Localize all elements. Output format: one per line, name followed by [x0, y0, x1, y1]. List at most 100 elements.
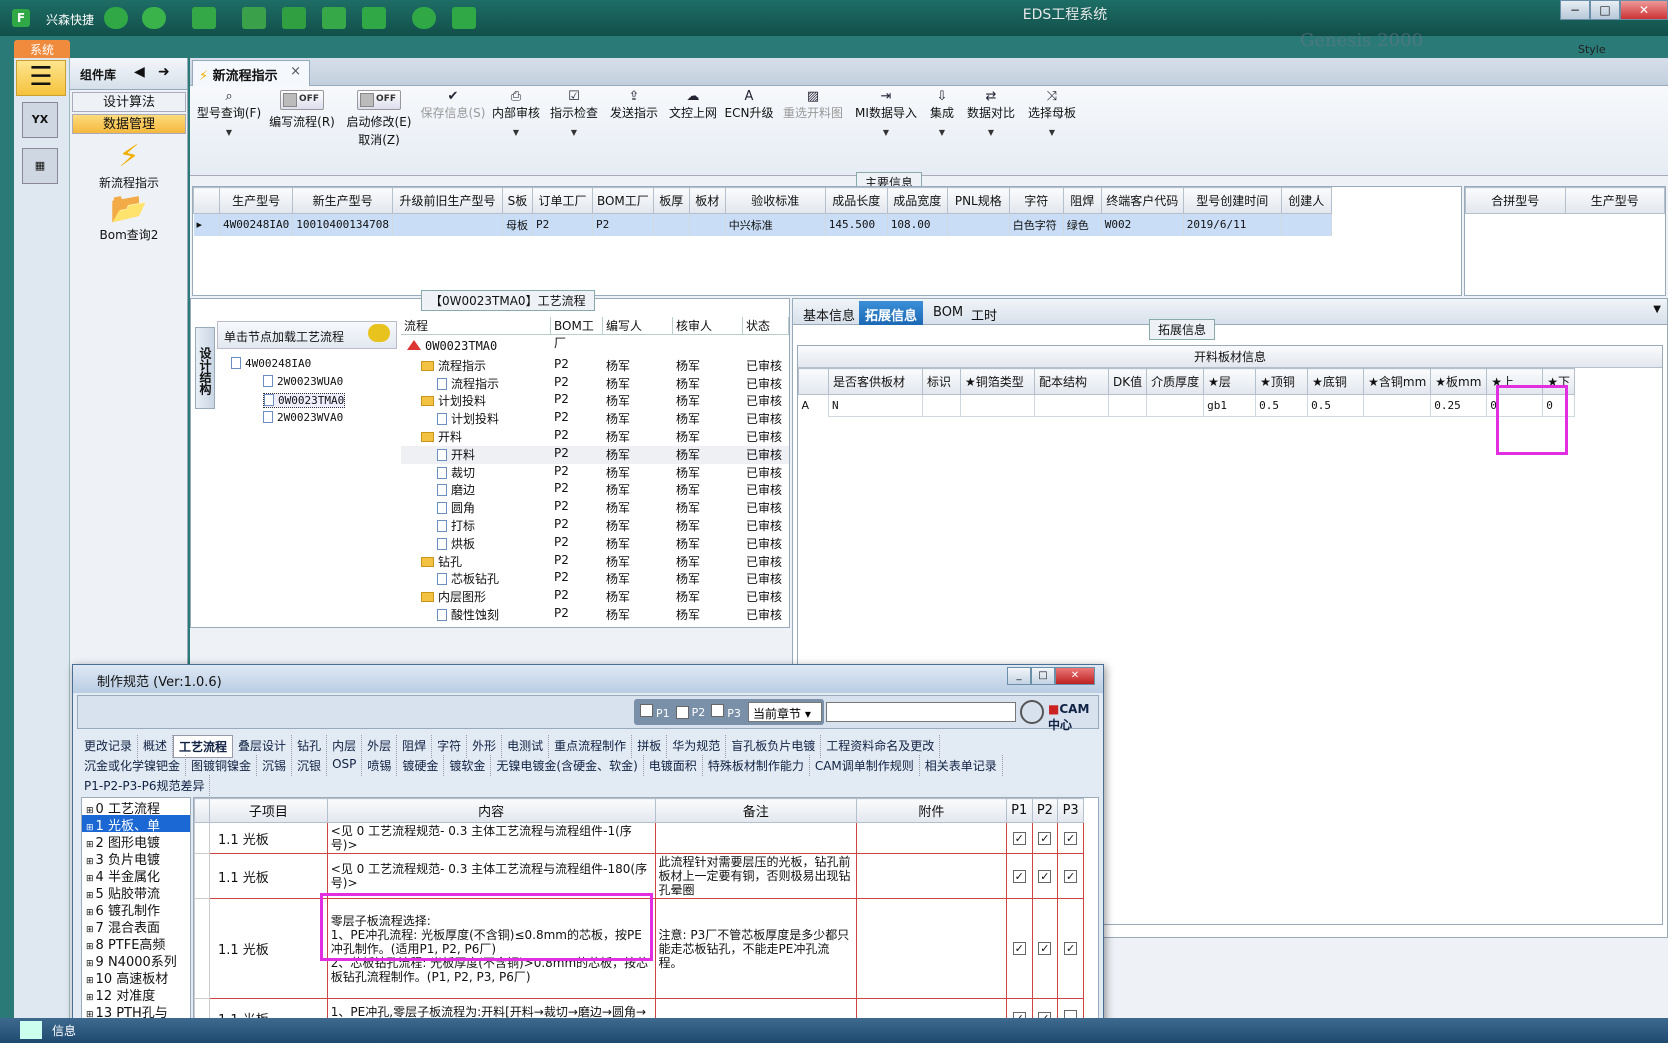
column-header[interactable]: 新生产型号: [292, 187, 393, 214]
table-cell[interactable]: P2: [532, 213, 593, 236]
spec-tree-item[interactable]: ⊞ 10 高速板材: [82, 968, 190, 987]
table-cell[interactable]: 绿色: [1063, 213, 1102, 236]
content-cell[interactable]: <见 0 工艺流程规范- 0.3 主体工艺流程与流程组件-180(序号)>: [326, 853, 656, 899]
maximize-button[interactable]: □: [1031, 667, 1055, 685]
p1-checkbox[interactable]: ✓: [1012, 942, 1026, 955]
spec-tree-item[interactable]: ⊞ 12 对准度: [82, 985, 190, 1004]
table-row[interactable]: ▸ 4W00248IA0 10010400134708 母板 P2 P2 中兴标准 145.5…: [193, 213, 1332, 236]
system-tab[interactable]: 系统: [14, 40, 70, 60]
spec-tab[interactable]: 沉金或化学镍钯金: [79, 755, 187, 776]
table-cell[interactable]: 0.5: [1255, 394, 1309, 417]
spec-tree-item[interactable]: ⊞ 9 N4000系列: [82, 951, 190, 970]
table-row[interactable]: 1.1 光板 <见 0 工艺流程规范- 0.3 主体工艺流程与流程组件-1(序号)…: [194, 822, 1084, 854]
column-header[interactable]: ★板mm: [1430, 368, 1488, 395]
note-cell[interactable]: 注意: P3厂不管芯板厚度是多少都只能走芯板钻孔，不能走PE冲孔流程。: [654, 898, 857, 999]
column-header[interactable]: P3: [1057, 798, 1084, 823]
flow-row[interactable]: 打标 P2 杨军 杨军 已审核: [401, 517, 789, 535]
close-tab-icon[interactable]: ×: [290, 64, 301, 79]
table-cell[interactable]: [653, 213, 690, 236]
search-icon[interactable]: [104, 7, 128, 29]
copy-icon[interactable]: [322, 7, 346, 29]
column-header[interactable]: 型号创建时间: [1182, 187, 1282, 214]
column-header[interactable]: ★顶铜: [1255, 368, 1309, 395]
table-cell[interactable]: 白色字符: [1009, 213, 1064, 236]
column-header[interactable]: ★层: [1203, 368, 1257, 395]
table-cell[interactable]: [947, 213, 1010, 236]
attachment-cell[interactable]: [855, 853, 1007, 899]
p1-checkbox[interactable]: ✓: [1012, 869, 1026, 883]
spec-search-input[interactable]: [826, 702, 1016, 722]
spec-tree-item[interactable]: ⊞ 3 负片电镀: [82, 849, 190, 868]
flow-row[interactable]: 裁切 P2 杨军 杨军 已审核: [401, 464, 789, 482]
column-header[interactable]: 板厚: [652, 187, 690, 214]
write-flow-toggle[interactable]: OFF 编写流程(R): [266, 86, 338, 174]
table-row[interactable]: A Ngb1 0.5 0.5 0.25 0 0: [798, 394, 1576, 417]
table-cell[interactable]: W002: [1101, 213, 1184, 236]
table-cell[interactable]: [1281, 213, 1332, 236]
table-cell[interactable]: gb1: [1203, 394, 1257, 417]
style-dropdown[interactable]: Style: [1578, 43, 1606, 56]
column-header[interactable]: P2: [1031, 798, 1059, 823]
column-header[interactable]: 介质厚度: [1146, 368, 1205, 395]
tree-node[interactable]: 4W00248IA0: [231, 357, 311, 370]
start-icon[interactable]: [20, 1021, 42, 1039]
column-header[interactable]: 合拼型号: [1465, 187, 1566, 214]
table-icon[interactable]: [192, 7, 216, 29]
table-cell[interactable]: 0.25: [1430, 394, 1488, 417]
filter-p1-checkbox[interactable]: P1: [640, 704, 670, 720]
table-cell[interactable]: [1146, 394, 1205, 417]
table-cell[interactable]: 10010400134708: [292, 213, 393, 236]
content-cell[interactable]: <见 0 工艺流程规范- 0.3 主体工艺流程与流程组件-1(序号)>: [326, 822, 656, 854]
spec-tab[interactable]: P1-P2-P3-P6规范差异: [79, 775, 211, 796]
flow-row[interactable]: 磨边 P2 杨军 杨军 已审核: [401, 481, 789, 499]
flow-row[interactable]: 开料 P2 杨军 杨军 已审核: [401, 428, 789, 446]
column-header[interactable]: 创建人: [1280, 187, 1332, 214]
p3-checkbox[interactable]: ✓: [1064, 831, 1078, 845]
column-header[interactable]: 内容: [326, 798, 656, 823]
spec-tree-item[interactable]: ⊞ 13 PTH孔与: [82, 1002, 190, 1021]
table-cell[interactable]: P2: [592, 213, 654, 236]
taskbar-label[interactable]: 信息: [52, 1022, 76, 1039]
flow-row[interactable]: 内层图形 P2 杨军 杨军 已审核: [401, 588, 789, 606]
tree-node[interactable]: 2W0023WUA0: [263, 375, 343, 388]
p2-checkbox[interactable]: ✓: [1038, 869, 1052, 883]
table-cell[interactable]: 母板: [502, 213, 533, 236]
p3-checkbox[interactable]: ✓: [1064, 869, 1078, 883]
minimize-button[interactable]: −: [1560, 0, 1590, 20]
table-cell[interactable]: [960, 394, 1035, 417]
doc-online-button[interactable]: ☁ 文控上网: [666, 86, 720, 174]
flow-row[interactable]: 计划投料 P2 杨军 杨军 已审核: [401, 392, 789, 410]
scissors-icon[interactable]: [242, 7, 266, 29]
spec-tree-item[interactable]: ⊞ 5 贴胶带流: [82, 883, 190, 902]
column-header[interactable]: 是否客供板材: [828, 368, 923, 395]
data-compare-button[interactable]: ⇄ 数据对比 ▼: [964, 86, 1018, 174]
spec-tab[interactable]: CAM调单制作规则: [810, 755, 920, 776]
table-cell[interactable]: [392, 213, 503, 236]
table-cell[interactable]: 中兴标准: [725, 213, 826, 236]
column-header[interactable]: 子项目: [208, 798, 328, 823]
spec-tree-item[interactable]: ⊞ 1 光板、单: [82, 815, 190, 834]
close-button[interactable]: ✕: [1055, 667, 1095, 685]
close-button[interactable]: ✕: [1620, 0, 1668, 20]
spec-tab[interactable]: 沉银: [292, 755, 328, 776]
table-cell[interactable]: 4W00248IA0: [219, 213, 294, 236]
p2-checkbox[interactable]: ✓: [1038, 831, 1052, 845]
tab-new-flow[interactable]: ⚡ 新流程指示 ×: [192, 60, 310, 86]
attachment-cell[interactable]: [855, 898, 1007, 999]
flow-row[interactable]: 计划投料 P2 杨军 杨军 已审核: [401, 410, 789, 428]
flow-column-header[interactable]: 状态: [743, 317, 789, 334]
flow-row[interactable]: 钻孔 P2 杨军 杨军 已审核: [401, 553, 789, 571]
collapse-left-icon[interactable]: ◀: [134, 64, 145, 80]
flow-row[interactable]: 圆角 P2 杨军 杨军 已审核: [401, 499, 789, 517]
flow-column-header[interactable]: 核审人: [673, 317, 743, 334]
table-cell[interactable]: [1107, 394, 1148, 417]
flow-row[interactable]: 酸性蚀刻 P2 杨军 杨军 已审核: [401, 606, 789, 624]
p2-checkbox[interactable]: ✓: [1038, 942, 1052, 955]
column-header[interactable]: PNL规格: [946, 187, 1010, 214]
chart-icon[interactable]: [452, 7, 476, 29]
new-flow-item[interactable]: ⚡ 新流程指示: [74, 140, 184, 191]
spec-tree-item[interactable]: ⊞ 6 镀孔制作: [82, 900, 190, 919]
tab-ext-1[interactable]: 拓展信息: [859, 301, 924, 325]
column-header[interactable]: S板: [501, 187, 533, 214]
spec-tree-item[interactable]: ⊞ 8 PTFE高频: [82, 934, 190, 953]
